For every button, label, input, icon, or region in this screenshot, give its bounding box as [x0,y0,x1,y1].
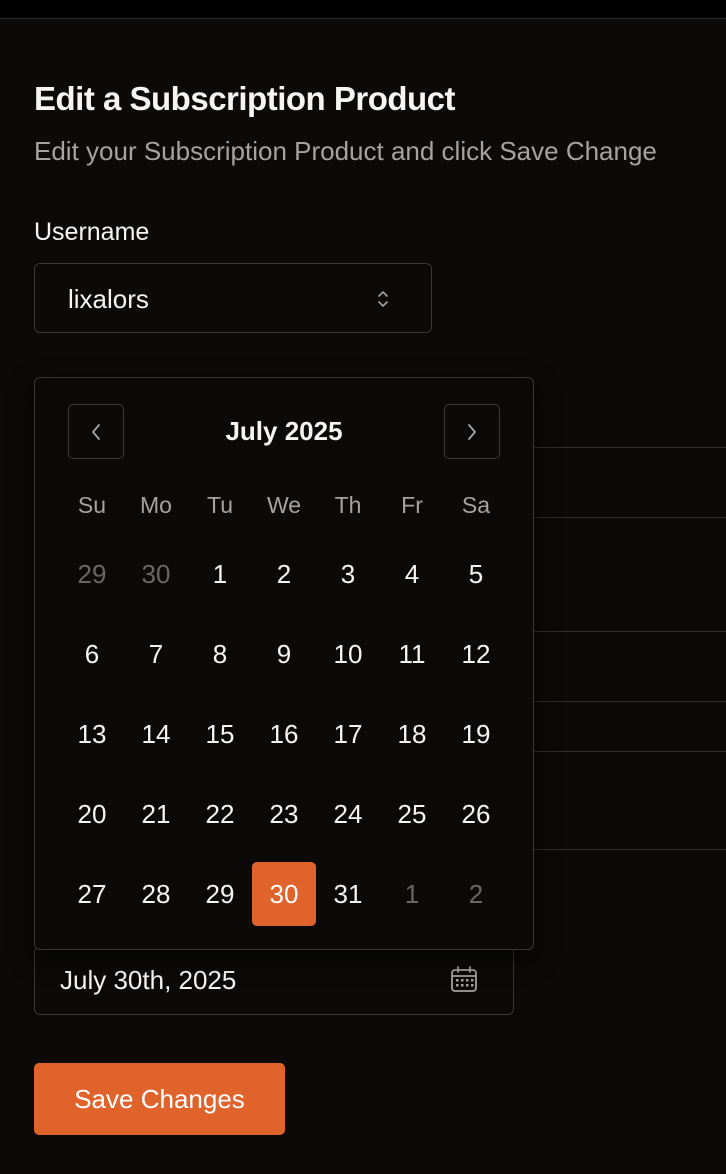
field-border [534,631,726,632]
calendar-popover: July 2025 Su Mo Tu We Th Fr Sa 29 30 1 2 3 4 5 6 7 8 9 10… [34,377,534,950]
calendar-day-outside[interactable]: 1 [380,862,444,926]
calendar-day[interactable]: 17 [316,702,380,766]
calendar-day[interactable]: 21 [124,782,188,846]
weekday-label: Mo [140,492,172,518]
date-value: July 30th, 2025 [60,965,237,995]
calendar-day[interactable]: 25 [380,782,444,846]
field-border [534,701,726,702]
weekday-label: Fr [401,492,423,518]
field-border [534,517,726,518]
calendar-day-selected[interactable]: 30 [252,862,316,926]
calendar-day[interactable]: 14 [124,702,188,766]
calendar-day[interactable]: 15 [188,702,252,766]
calendar-day-outside[interactable]: 29 [60,542,124,606]
page-title: Edit a Subscription Product [34,80,456,117]
calendar-day[interactable]: 22 [188,782,252,846]
save-changes-button[interactable]: Save Changes [34,1063,285,1135]
field-border [534,751,726,752]
chevron-right-icon [468,423,476,440]
calendar-days-grid: 29 30 1 2 3 4 5 6 7 8 9 10 11 12 13 14 15 16 17 18 19 20 21 22 2… [60,542,508,942]
top-divider [0,0,726,19]
calendar-day[interactable]: 31 [316,862,380,926]
next-month-button[interactable] [444,404,500,459]
calendar-day[interactable]: 12 [444,622,508,686]
calendar-day[interactable]: 20 [60,782,124,846]
calendar-day[interactable]: 16 [252,702,316,766]
calendar-day[interactable]: 7 [124,622,188,686]
weekday-label: Su [77,492,107,518]
calendar-day[interactable]: 11 [380,622,444,686]
calendar-day[interactable]: 24 [316,782,380,846]
page: Edit a Subscription Product Edit your Su… [0,0,726,1174]
calendar-day[interactable]: 5 [444,542,508,606]
calendar-day[interactable]: 10 [316,622,380,686]
calendar-day[interactable]: 19 [444,702,508,766]
weekday-label: We [266,492,302,518]
calendar-icon [451,966,477,992]
username-select[interactable]: lixalors [34,263,432,333]
field-border [534,849,726,850]
calendar-day[interactable]: 4 [380,542,444,606]
username-label: Username [34,218,150,246]
calendar-day-outside[interactable]: 30 [124,542,188,606]
username-select-value: lixalors [68,284,149,314]
page-subtitle: Edit your Subscription Product and click… [34,136,657,166]
weekday-header: Su Mo Tu We Th Fr Sa [60,490,508,520]
calendar-day[interactable]: 6 [60,622,124,686]
field-border [534,447,726,448]
calendar-day[interactable]: 1 [188,542,252,606]
calendar-day[interactable]: 28 [124,862,188,926]
calendar-day[interactable]: 23 [252,782,316,846]
calendar-day[interactable]: 9 [252,622,316,686]
calendar-day[interactable]: 18 [380,702,444,766]
weekday-label: Tu [207,492,233,518]
calendar-day[interactable]: 8 [188,622,252,686]
chevron-up-down-icon [378,291,388,307]
calendar-day[interactable]: 26 [444,782,508,846]
calendar-day[interactable]: 13 [60,702,124,766]
weekday-label: Th [334,492,362,518]
calendar-day[interactable]: 2 [252,542,316,606]
calendar-day[interactable]: 27 [60,862,124,926]
calendar-day[interactable]: 3 [316,542,380,606]
calendar-day-outside[interactable]: 2 [444,862,508,926]
weekday-label: Sa [461,492,491,518]
calendar-day[interactable]: 29 [188,862,252,926]
date-picker-field[interactable]: July 30th, 2025 [34,946,514,1015]
